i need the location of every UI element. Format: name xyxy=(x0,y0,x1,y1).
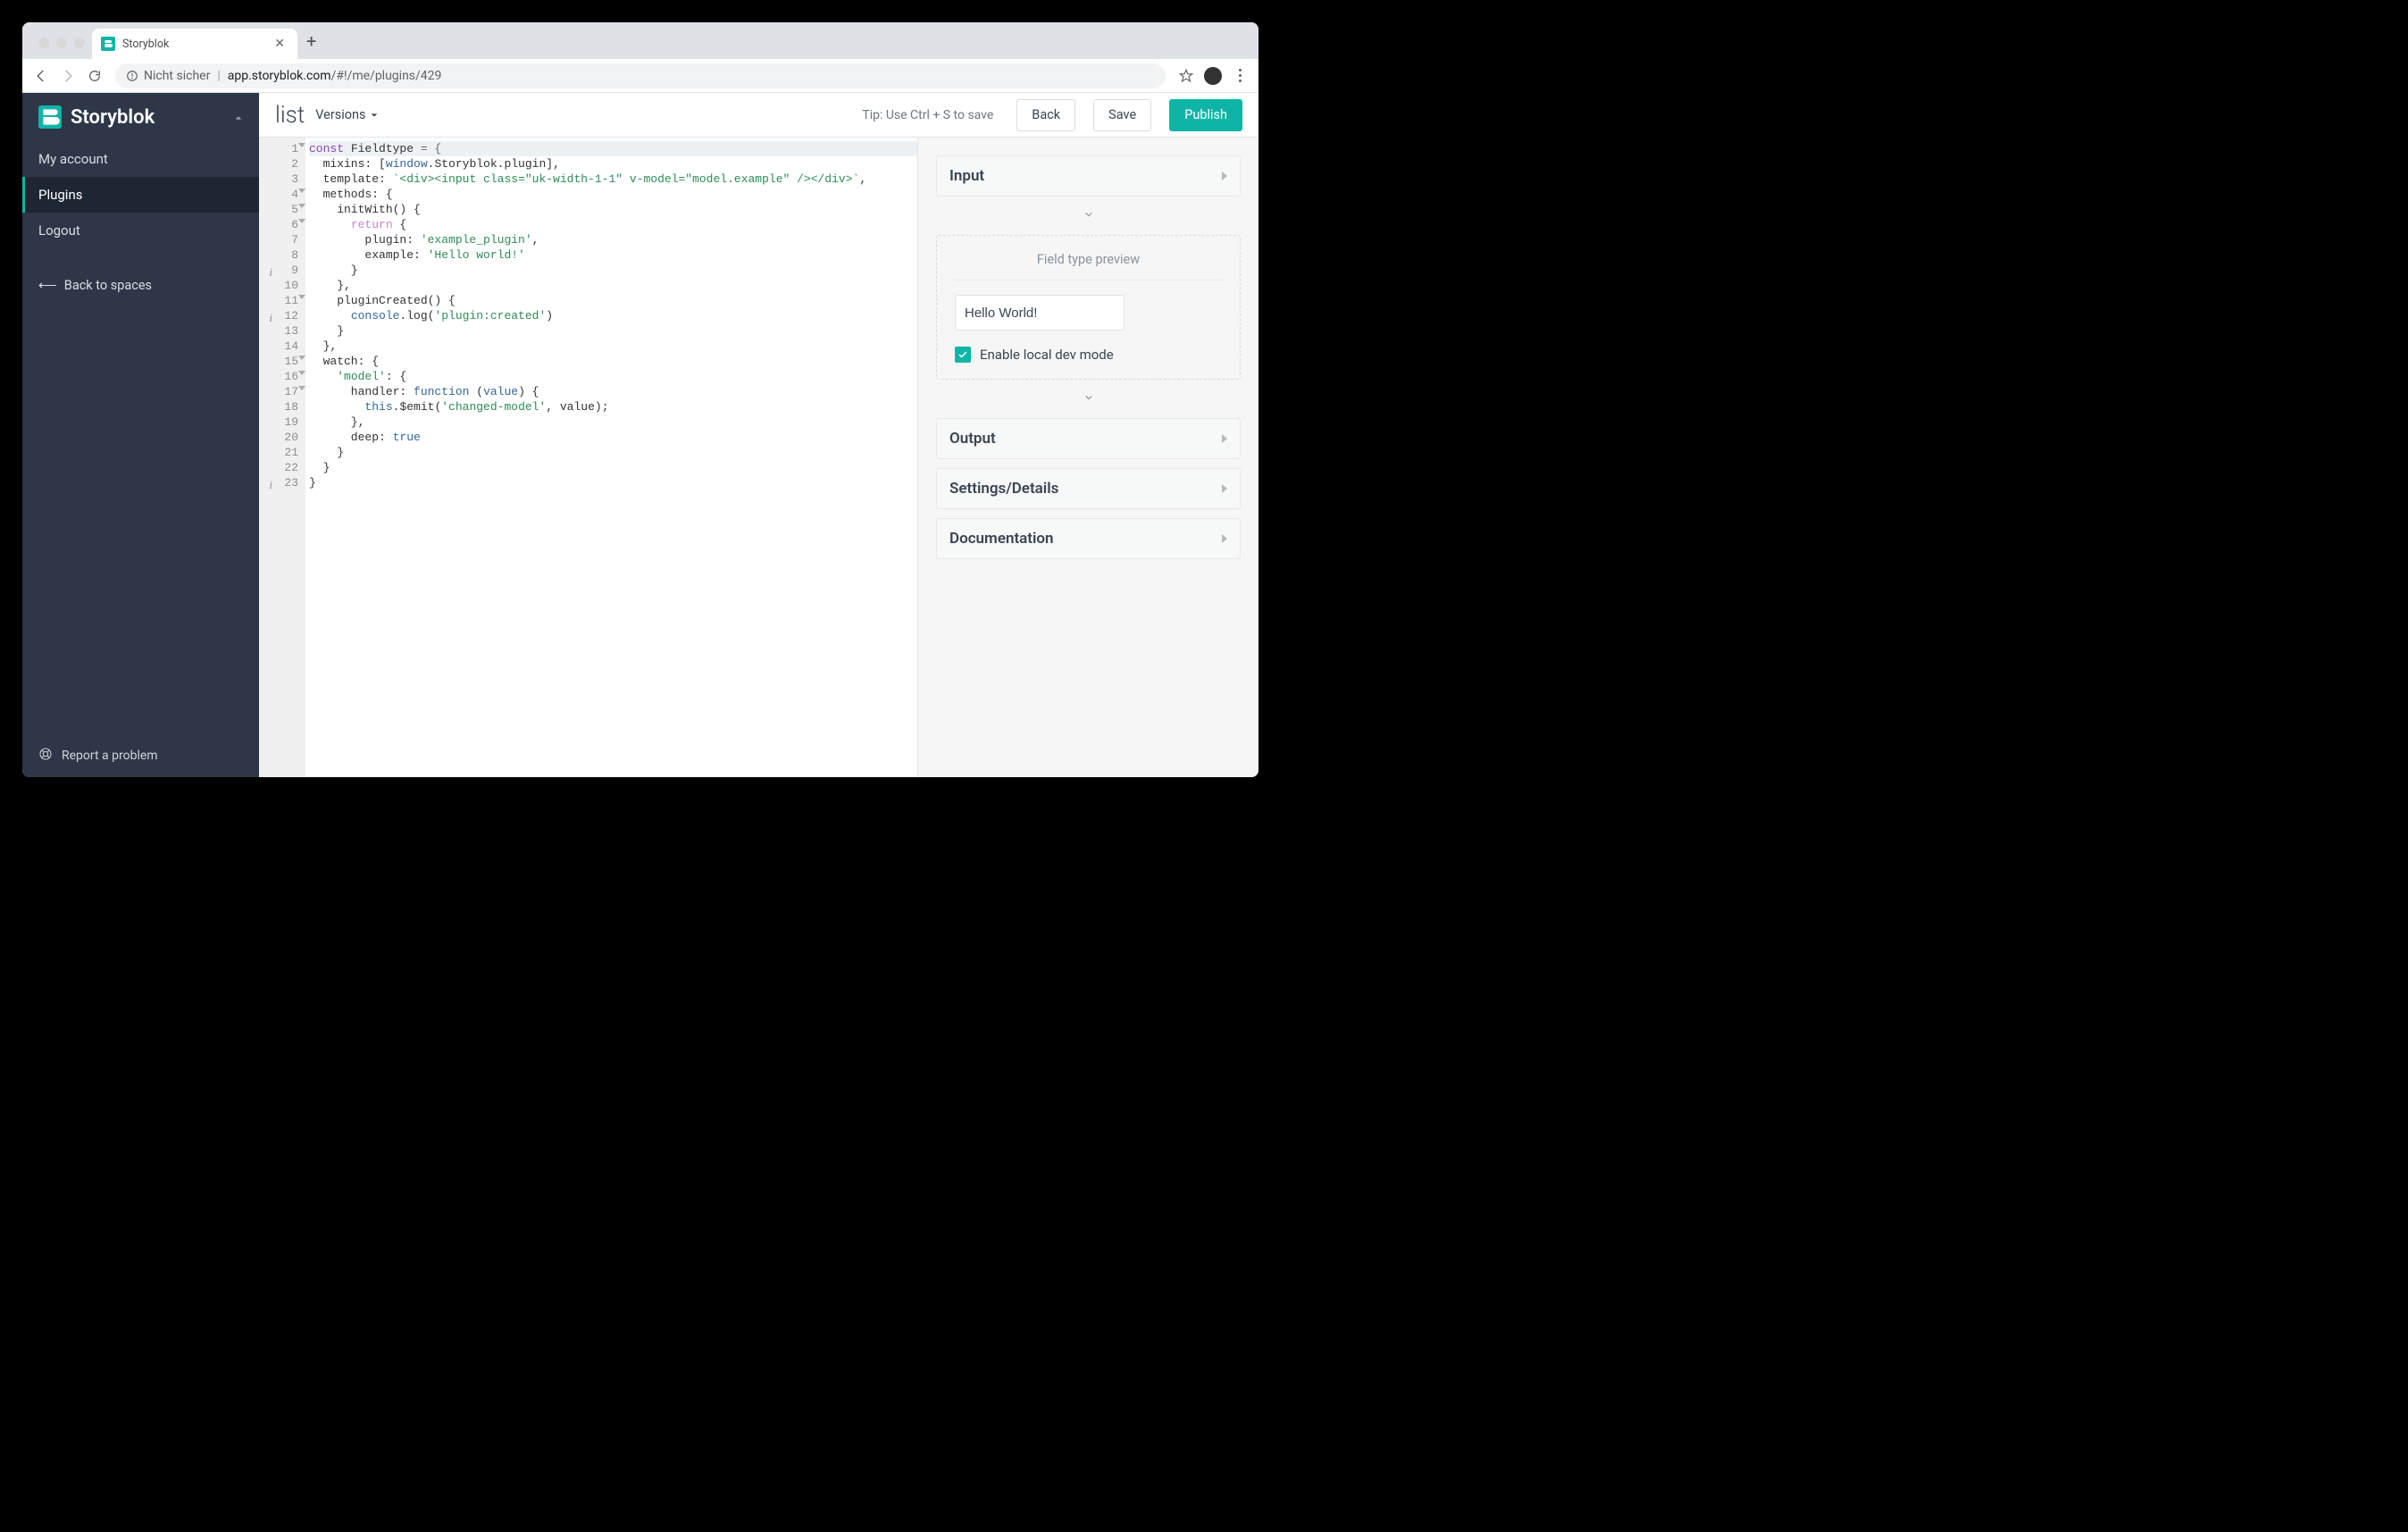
save-tip-label: Tip: Use Ctrl + S to save xyxy=(862,108,993,122)
accordion-input[interactable]: Input xyxy=(936,155,1241,197)
sidebar-brand[interactable]: Storyblok xyxy=(22,93,259,141)
expand-down-toggle-bottom[interactable] xyxy=(936,389,1241,409)
publish-button[interactable]: Publish xyxy=(1169,99,1242,131)
chevron-right-icon xyxy=(1222,534,1227,543)
tab-title: Storyblok xyxy=(122,38,271,51)
save-button[interactable]: Save xyxy=(1093,99,1151,131)
chevron-right-icon xyxy=(1222,172,1227,180)
checkbox-checked-icon xyxy=(955,347,971,363)
arrow-left-icon: ⟵ xyxy=(38,278,57,293)
code-editor[interactable]: 123456789i101112i1314151617181920212223i… xyxy=(259,138,917,777)
caret-up-icon xyxy=(234,109,243,126)
chevron-right-icon xyxy=(1222,484,1227,493)
life-ring-icon xyxy=(38,747,53,765)
avatar-icon xyxy=(1204,67,1222,85)
not-secure-icon: Nicht sicher xyxy=(126,69,210,83)
storyblok-favicon-icon xyxy=(101,37,115,51)
page-title: list xyxy=(275,102,305,129)
browser-forward-button[interactable] xyxy=(54,63,81,89)
address-bar[interactable]: Nicht sicher | app.storyblok.com/#!/me/p… xyxy=(115,63,1166,88)
browser-chrome: Storyblok ✕ + Nicht sicher | app.story xyxy=(22,22,1258,93)
editor-gutter: 123456789i101112i1314151617181920212223i xyxy=(259,138,305,777)
new-tab-button[interactable]: + xyxy=(297,30,325,59)
sidebar-item-my-account[interactable]: My account xyxy=(22,141,259,177)
back-to-spaces-link[interactable]: ⟵ Back to spaces xyxy=(22,268,259,303)
brand-label: Storyblok xyxy=(71,106,155,129)
versions-dropdown[interactable]: Versions xyxy=(315,107,378,122)
close-tab-icon[interactable]: ✕ xyxy=(271,35,288,53)
accordion-settings[interactable]: Settings/Details xyxy=(936,468,1241,509)
expand-down-toggle-top[interactable] xyxy=(936,205,1241,226)
not-secure-label: Nicht sicher xyxy=(144,69,210,83)
storyblok-logo-icon xyxy=(38,105,62,129)
bookmark-star-icon[interactable] xyxy=(1173,63,1200,89)
traffic-lights xyxy=(31,38,92,59)
accordion-output[interactable]: Output xyxy=(936,418,1241,459)
sidebar-item-plugins[interactable]: Plugins xyxy=(22,177,259,213)
report-problem-link[interactable]: Report a problem xyxy=(22,734,259,777)
browser-tab[interactable]: Storyblok ✕ xyxy=(92,29,297,59)
caret-down-icon xyxy=(370,111,379,120)
browser-menu-button[interactable] xyxy=(1226,63,1253,89)
field-type-preview: Field type preview Enable local dev mode xyxy=(936,235,1241,380)
sidebar-item-logout[interactable]: Logout xyxy=(22,213,259,248)
browser-back-button[interactable] xyxy=(28,63,54,89)
back-button[interactable]: Back xyxy=(1016,99,1075,131)
accordion-documentation[interactable]: Documentation xyxy=(936,518,1241,559)
preview-title: Field type preview xyxy=(955,252,1222,267)
chevron-right-icon xyxy=(1222,434,1227,443)
sidebar: Storyblok My account Plugins Logout ⟵ Ba… xyxy=(22,93,259,777)
editor-code[interactable]: const Fieldtype = { mixins: [window.Stor… xyxy=(305,138,917,777)
enable-local-dev-checkbox[interactable]: Enable local dev mode xyxy=(955,347,1222,363)
preview-text-input[interactable] xyxy=(955,295,1125,331)
browser-reload-button[interactable] xyxy=(81,63,108,89)
right-panel: Input Field type preview xyxy=(917,138,1258,777)
profile-avatar-button[interactable] xyxy=(1200,63,1226,89)
page-header: list Versions Tip: Use Ctrl + S to save … xyxy=(259,93,1258,138)
